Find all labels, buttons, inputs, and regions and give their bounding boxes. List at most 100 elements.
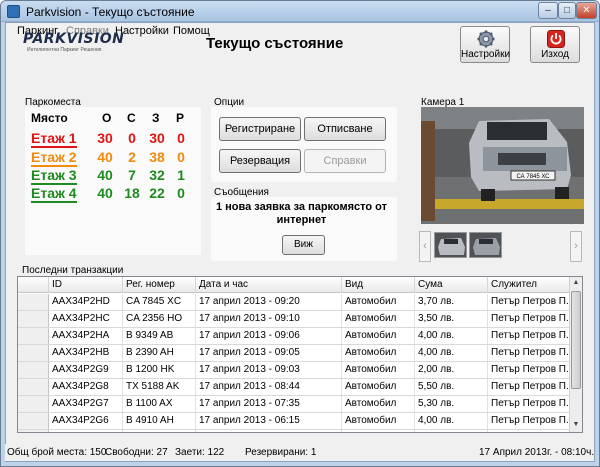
scroll-down-icon[interactable]: ▼ (570, 419, 582, 431)
row-header[interactable] (18, 396, 49, 412)
table-cell[interactable]: AAX34P2HB (49, 345, 123, 361)
table-cell[interactable]: B 4910 AH (123, 413, 196, 429)
table-cell[interactable]: AAX34P2G6 (49, 413, 123, 429)
menu-help[interactable]: Помощ (173, 25, 210, 37)
table-cell[interactable]: 17 април 2013 - 09:20 (196, 294, 342, 310)
table-row[interactable]: AAX34P2G6 B 4910 AH 17 април 2013 - 06:15 А… (18, 413, 570, 430)
camera-prev-button[interactable]: ‹ (419, 231, 431, 262)
title-bar[interactable]: Parkvision - Текущо състояние – □ ✕ (1, 1, 599, 22)
table-cell[interactable]: Петър Петров П... (488, 413, 570, 429)
table-cell[interactable]: AAX34P2G8 (49, 379, 123, 395)
row-header[interactable] (18, 379, 49, 395)
row-header[interactable] (18, 362, 49, 378)
table-cell[interactable]: Автомобил (342, 362, 415, 378)
table-cell[interactable]: Автомобил (342, 379, 415, 395)
table-cell[interactable]: 4,00 лв. (415, 328, 488, 344)
table-cell[interactable]: Петър Петров П... (488, 345, 570, 361)
table-cell[interactable]: 5,50 лв. (415, 379, 488, 395)
table-cell[interactable]: 17 април 2013 - 09:10 (196, 311, 342, 327)
table-cell[interactable]: Автомобил (342, 311, 415, 327)
table-cell[interactable]: 17 април 2013 - 08:44 (196, 379, 342, 395)
row-header[interactable] (18, 311, 49, 327)
settings-button[interactable]: Настройки (460, 26, 510, 63)
table-cell[interactable]: 17 април 2013 - 09:05 (196, 345, 342, 361)
checkout-button[interactable]: Отписване (304, 117, 386, 141)
scroll-up-icon[interactable]: ▲ (570, 277, 582, 289)
row-header[interactable] (18, 294, 49, 310)
table-cell[interactable]: AAX34P2G9 (49, 362, 123, 378)
table-cell[interactable]: 4,00 лв. (415, 430, 488, 432)
table-cell[interactable]: 2,00 лв. (415, 362, 488, 378)
table-cell[interactable]: CA 2356 HO (123, 311, 196, 327)
row-header[interactable] (18, 328, 49, 344)
table-cell[interactable]: 17 април 2013 - 09:06 (196, 328, 342, 344)
table-row[interactable]: AAX34P2HA B 9349 AB 17 април 2013 - 09:06 А… (18, 328, 570, 345)
transactions-grid[interactable]: ID Рег. номер Дата и час Вид Сума Служит… (17, 276, 583, 433)
table-cell[interactable]: 17 април 2013 - 09:03 (196, 362, 342, 378)
table-row[interactable]: AAX34P2HD CA 7845 XC 17 април 2013 - 09:20… (18, 294, 570, 311)
view-message-button[interactable]: Виж (282, 235, 325, 255)
grid-scrollbar[interactable]: ▲ ▼ (569, 277, 582, 432)
table-cell[interactable]: Автомобил (342, 396, 415, 412)
table-cell[interactable]: 17 април 2013 - 22:35 (196, 430, 342, 432)
table-cell[interactable]: Автомобил (342, 345, 415, 361)
table-row[interactable]: AAX34P2G5B 1930 KK17 април 2013 - 22:35А… (18, 430, 570, 432)
column-header[interactable]: ID (49, 277, 123, 293)
table-row[interactable]: AAX34P2HB B 2390 AH 17 април 2013 - 09:05 А… (18, 345, 570, 362)
table-cell[interactable]: B 1930 KK (123, 430, 196, 432)
column-header[interactable]: Рег. номер (123, 277, 196, 293)
column-header[interactable]: Служител (488, 277, 570, 293)
table-cell[interactable]: Автомобил (342, 328, 415, 344)
table-cell[interactable]: 4,00 лв. (415, 413, 488, 429)
table-cell[interactable]: AAX34P2HC (49, 311, 123, 327)
table-row[interactable]: AAX34P2G7 B 1100 AX 17 април 2013 - 07:35 А… (18, 396, 570, 413)
table-cell[interactable]: Петър Петров П... (488, 379, 570, 395)
table-cell[interactable]: CA 7845 XC (123, 294, 196, 310)
table-cell[interactable]: Петър Петров П... (488, 396, 570, 412)
register-button[interactable]: Регистриране (219, 117, 301, 141)
column-header[interactable]: Вид (342, 277, 415, 293)
reservation-button[interactable]: Резервация (219, 149, 301, 173)
column-header[interactable]: Дата и час (196, 277, 342, 293)
table-cell[interactable]: 4,00 лв. (415, 345, 488, 361)
table-cell[interactable]: Автомобил (342, 294, 415, 310)
table-cell[interactable]: 5,30 лв. (415, 396, 488, 412)
table-cell[interactable]: TX 5188 AK (123, 379, 196, 395)
table-cell[interactable]: AAX34P2HD (49, 294, 123, 310)
close-button[interactable]: ✕ (576, 2, 597, 19)
table-cell[interactable]: 17 април 2013 - 06:15 (196, 413, 342, 429)
table-cell[interactable]: B 1100 AX (123, 396, 196, 412)
table-cell[interactable]: B 9349 AB (123, 328, 196, 344)
table-cell[interactable]: 3,50 лв. (415, 311, 488, 327)
table-cell[interactable]: B 1200 HK (123, 362, 196, 378)
table-cell[interactable]: AAX34P2G7 (49, 396, 123, 412)
row-header[interactable] (18, 430, 49, 432)
table-cell[interactable]: Петър Петров П... (488, 362, 570, 378)
table-cell[interactable]: Петър Петров П... (488, 311, 570, 327)
table-cell[interactable]: Петър Петров П... (488, 328, 570, 344)
column-header[interactable]: Сума (415, 277, 488, 293)
table-row[interactable]: AAX34P2G8 TX 5188 AK 17 април 2013 - 08:44… (18, 379, 570, 396)
exit-button[interactable]: Изход (530, 26, 580, 63)
table-cell[interactable]: Автомобил (342, 430, 415, 432)
maximize-button[interactable]: □ (558, 2, 576, 19)
minimize-button[interactable]: – (538, 2, 558, 19)
table-cell[interactable]: Илиан Иванов И... (488, 430, 570, 432)
row-header[interactable] (18, 345, 49, 361)
table-row[interactable]: AAX34P2HC CA 2356 HO 17 април 2013 - 09:10… (18, 311, 570, 328)
scroll-thumb[interactable] (571, 291, 581, 389)
camera-thumbnail[interactable] (434, 232, 467, 258)
table-cell[interactable]: AAX34P2G5 (49, 430, 123, 432)
table-cell[interactable]: 17 април 2013 - 07:35 (196, 396, 342, 412)
camera-thumbnail[interactable] (469, 232, 502, 258)
table-cell[interactable]: Автомобил (342, 413, 415, 429)
camera-next-button[interactable]: › (570, 231, 582, 262)
table-cell[interactable]: AAX34P2HA (49, 328, 123, 344)
floor-free: 2 (128, 149, 136, 165)
table-cell[interactable]: Петър Петров П... (488, 294, 570, 310)
table-cell[interactable]: B 2390 AH (123, 345, 196, 361)
table-row[interactable]: AAX34P2G9 B 1200 HK 17 април 2013 - 09:03 А… (18, 362, 570, 379)
reports-button[interactable]: Справки (304, 149, 386, 173)
row-header[interactable] (18, 413, 49, 429)
table-cell[interactable]: 3,70 лв. (415, 294, 488, 310)
